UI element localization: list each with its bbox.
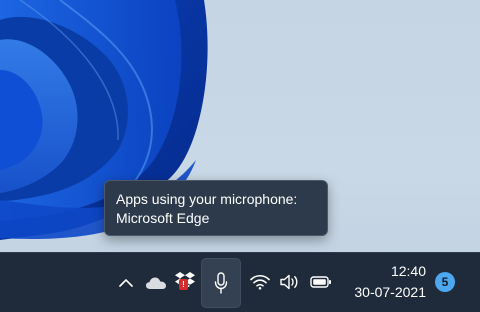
- battery-icon: [310, 276, 331, 288]
- clock-time: 12:40: [390, 263, 426, 279]
- volume-icon: [280, 274, 298, 290]
- notification-center-badge[interactable]: 5: [435, 272, 455, 292]
- microphone-in-use-button[interactable]: [201, 258, 241, 308]
- tooltip-heading: Apps using your microphone:: [116, 191, 298, 207]
- volume-button[interactable]: [278, 270, 302, 294]
- onedrive-button[interactable]: [143, 271, 169, 295]
- wifi-icon: [250, 274, 270, 290]
- dropbox-button[interactable]: !: [172, 269, 196, 295]
- onedrive-cloud-icon: [146, 277, 166, 289]
- chevron-up-icon: [119, 279, 133, 287]
- clock-date: 30-07-2021: [354, 284, 426, 300]
- microphone-usage-tooltip: Apps using your microphone: Microsoft Ed…: [104, 180, 328, 236]
- dropbox-alert-badge: !: [179, 279, 188, 290]
- taskbar: ! 12:40 30-07-2021 5: [0, 252, 480, 312]
- network-button[interactable]: [248, 270, 272, 294]
- tooltip-app-name: Microsoft Edge: [116, 210, 210, 226]
- battery-button[interactable]: [308, 270, 334, 294]
- clock-button[interactable]: 12:40 30-07-2021: [340, 261, 426, 303]
- microphone-icon: [214, 272, 228, 294]
- show-hidden-icons-button[interactable]: [115, 271, 137, 295]
- desktop: Apps using your microphone: Microsoft Ed…: [0, 0, 480, 312]
